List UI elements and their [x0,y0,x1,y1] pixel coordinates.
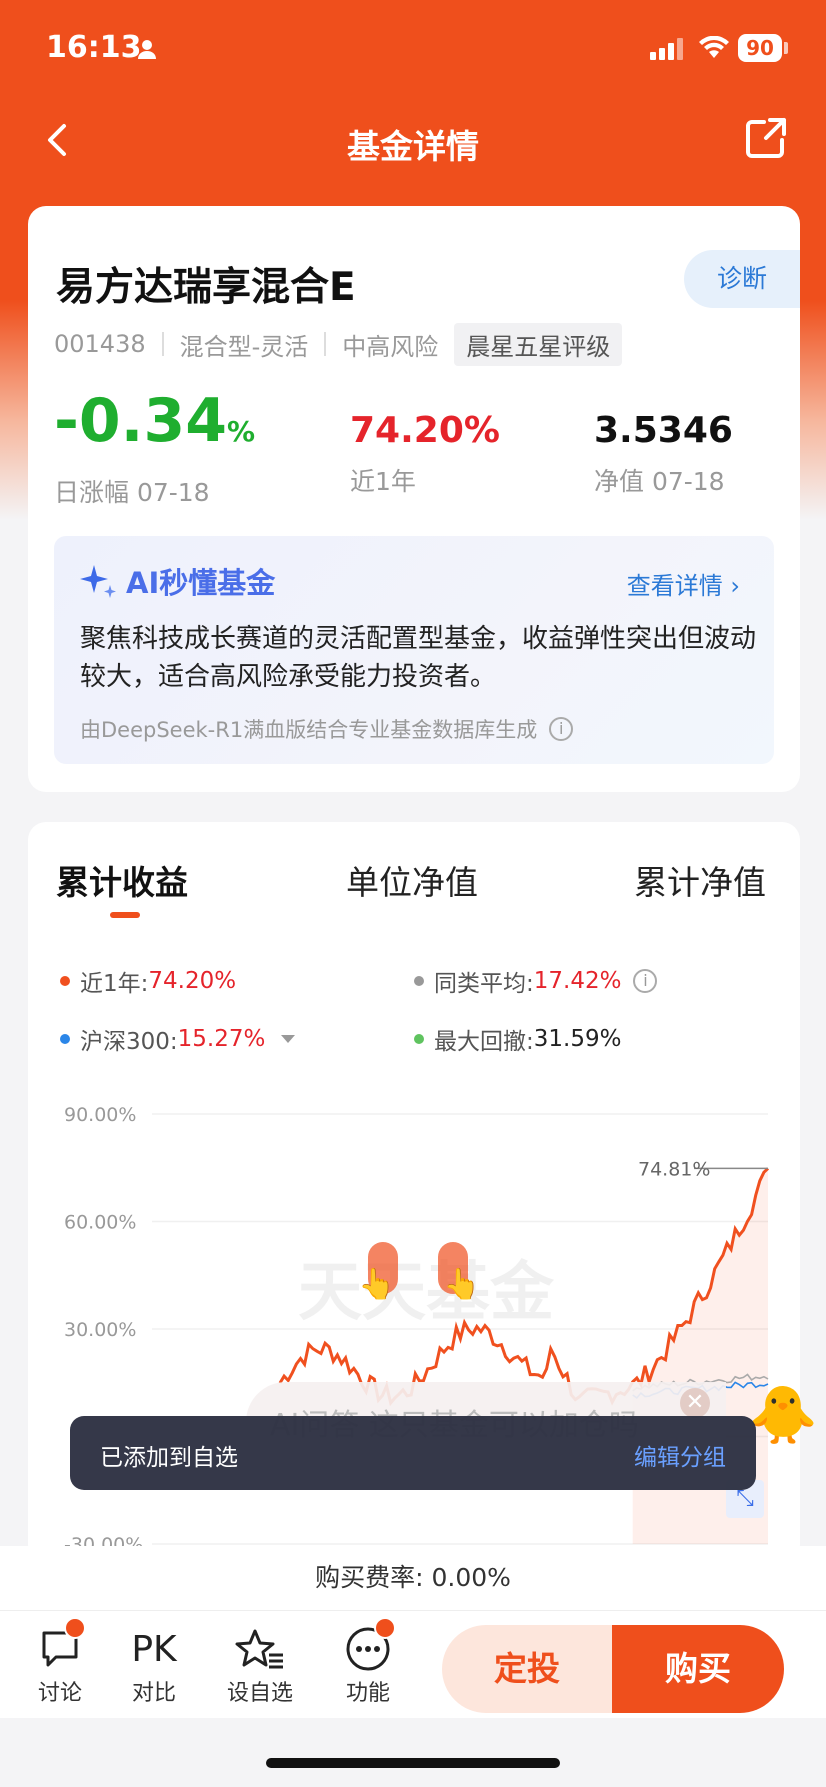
chevron-right-icon: › [730,572,740,600]
pk-icon: PK [131,1628,177,1670]
tab-cumulative-nav[interactable]: 累计净值 [634,856,766,904]
battery-tip [784,42,788,54]
nav-value: 3.5346 [594,410,733,451]
pointing-hand-icon: 👆 [443,1266,480,1302]
y-tick-label: 60.00% [64,1212,136,1234]
y-tick-label: 30.00% [64,1319,136,1341]
add-watchlist-button[interactable]: 设自选 [220,1623,300,1707]
ai-summary-title: AI秒懂基金 [78,560,275,602]
home-indicator [266,1758,560,1768]
y-tick-label: 90.00% [64,1104,136,1126]
sparkle-icon [80,565,116,598]
buy-button[interactable]: 购买 [612,1625,784,1713]
purchase-fee: 购买费率: 0.00% [0,1546,826,1610]
star-list-icon [235,1629,283,1669]
status-bar: 16:13 90 [0,0,826,100]
wifi-icon [699,36,729,58]
close-icon[interactable]: ✕ [680,1388,710,1418]
daily-change-value: -0.34% [54,386,256,456]
page-title: 基金详情 [347,127,479,166]
legend-dot [414,1034,424,1044]
divider [161,332,164,356]
tab-cumulative-return[interactable]: 累计收益 [56,856,188,904]
info-icon[interactable]: i [549,717,574,741]
legend-dot [60,1034,70,1044]
nav-bar: 基金详情 [0,100,826,184]
toast-notification: 已添加到自选 编辑分组 [70,1416,756,1490]
notification-dot [64,1617,86,1639]
divider [324,332,327,356]
dropdown-caret-icon[interactable] [281,1035,296,1043]
status-time: 16:13 [46,30,142,65]
functions-button[interactable]: 功能 [328,1617,408,1707]
end-value-label: 74.81% [638,1158,710,1180]
daily-change-label: 日涨幅 07-18 [54,478,210,507]
edit-group-link[interactable]: 编辑分组 [634,1438,726,1472]
year-return-stat: 74.20% 近1年 [350,406,500,498]
daily-change-stat: -0.34% 日涨幅 07-18 [54,386,255,509]
mascot-chick-icon[interactable]: 🐥 [748,1382,818,1448]
notification-dot [374,1617,396,1639]
ai-more-link[interactable]: 查看详情 › [627,566,740,601]
fund-summary-card: 易方达瑞享混合E 诊断 001438 混合型-灵活 中高风险 晨星五星评级 -0… [28,206,800,792]
tab-unit-nav[interactable]: 单位净值 [346,856,478,904]
battery-icon: 90 [738,34,782,62]
sip-button[interactable]: 定投 [442,1625,612,1713]
fund-code: 001438 [54,330,146,358]
nav-label: 净值 07-18 [594,467,725,496]
pointing-hand-icon: 👆 [358,1266,395,1302]
legend-dot [414,976,424,986]
active-tab-indicator [110,912,140,918]
legend-dot [60,976,70,986]
legend-year: 近1年: 74.20% [60,964,236,998]
signal-icon [650,38,683,60]
fund-risk: 中高风险 [342,332,439,361]
person-icon [138,40,156,59]
ai-source-note: 由DeepSeek-R1满血版结合专业基金数据库生成 i [80,714,574,744]
legend-hs300[interactable]: 沪深300: 15.27% [60,1022,296,1056]
diagnose-button[interactable]: 诊断 [684,250,800,308]
legend-max-drawdown: 最大回撤: 31.59% [414,1022,621,1056]
toast-text: 已添加到自选 [100,1445,238,1471]
fund-meta-row: 001438 混合型-灵活 中高风险 晨星五星评级 [54,322,623,366]
info-icon[interactable]: i [633,969,658,993]
discuss-button[interactable]: 讨论 [20,1617,100,1707]
fund-type: 混合型-灵活 [179,332,309,361]
ai-summary-box[interactable]: AI秒懂基金 查看详情 › 聚焦科技成长赛道的灵活配置型基金，收益弹性突出但波动… [54,536,774,764]
year-return-label: 近1年 [350,467,416,496]
rating-badge[interactable]: 晨星五星评级 [454,322,623,366]
bottom-action-bar: 讨论 PK 对比 设自选 功能 定投 购买 [0,1610,826,1718]
nav-stat: 3.5346 净值 07-18 [594,406,733,498]
watermark: 天天基金 [298,1256,555,1330]
year-return-value: 74.20% [350,410,500,451]
fund-name: 易方达瑞享混合E [56,265,356,310]
share-icon[interactable] [744,116,788,160]
ai-summary-text: 聚焦科技成长赛道的灵活配置型基金，收益弹性突出但波动较大，适合高风险承受能力投资… [80,624,757,692]
compare-button[interactable]: PK 对比 [114,1623,194,1707]
legend-peer-average: 同类平均: 17.42% i [414,964,658,998]
